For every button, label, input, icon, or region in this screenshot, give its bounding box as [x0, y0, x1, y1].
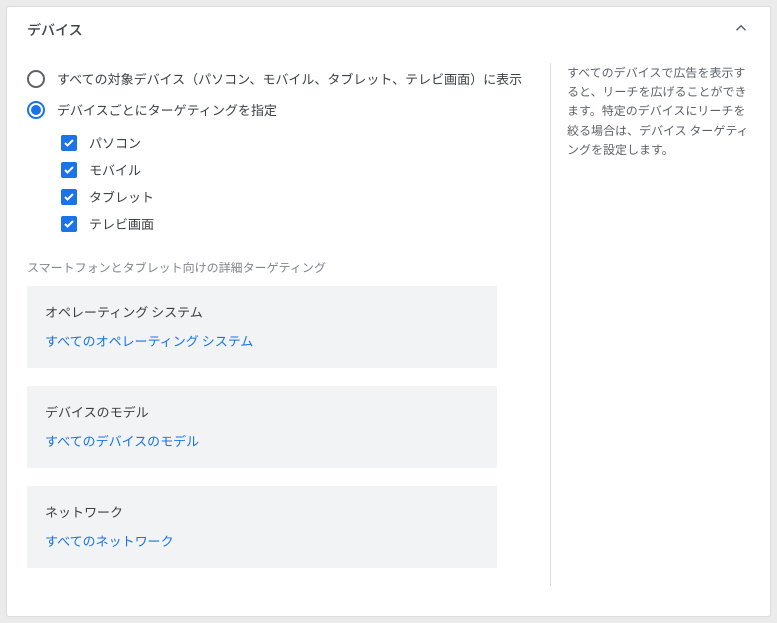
- checkbox-desktop[interactable]: パソコン: [61, 129, 540, 156]
- radio-label: デバイスごとにターゲティングを指定: [57, 100, 277, 119]
- options-column: すべての対象デバイス（パソコン、モバイル、タブレット、テレビ画面）に表示 デバイ…: [27, 63, 540, 586]
- expander-operating-system[interactable]: オペレーティング システム すべてのオペレーティング システム: [27, 286, 497, 368]
- checkbox-label: タブレット: [89, 187, 154, 206]
- panel-header[interactable]: デバイス: [7, 7, 770, 53]
- help-column: すべてのデバイスで広告を表示すると、リーチを広げることができます。特定のデバイス…: [550, 63, 750, 586]
- advanced-targeting-note: スマートフォンとタブレット向けの詳細ターゲティング: [27, 237, 540, 286]
- device-targeting-panel: デバイス すべての対象デバイス（パソコン、モバイル、タブレット、テレビ画面）に表…: [6, 6, 771, 617]
- checkbox-checked-icon: [61, 162, 77, 178]
- expander-network[interactable]: ネットワーク すべてのネットワーク: [27, 486, 497, 568]
- radio-specific-devices[interactable]: デバイスごとにターゲティングを指定: [27, 94, 540, 125]
- expander-value: すべてのネットワーク: [45, 531, 479, 550]
- device-checkbox-list: パソコン モバイル タブレット: [27, 129, 540, 237]
- expander-device-model[interactable]: デバイスのモデル すべてのデバイスのモデル: [27, 386, 497, 468]
- checkbox-mobile[interactable]: モバイル: [61, 156, 540, 183]
- radio-icon: [27, 70, 45, 88]
- checkbox-label: モバイル: [89, 160, 141, 179]
- checkbox-label: テレビ画面: [89, 214, 154, 233]
- checkbox-label: パソコン: [89, 133, 141, 152]
- radio-all-devices[interactable]: すべての対象デバイス（パソコン、モバイル、タブレット、テレビ画面）に表示: [27, 63, 540, 94]
- chevron-up-icon: [732, 19, 750, 41]
- expander-title: オペレーティング システム: [45, 302, 479, 321]
- checkbox-tv[interactable]: テレビ画面: [61, 210, 540, 237]
- expander-value: すべてのデバイスのモデル: [45, 431, 479, 450]
- radio-icon: [27, 101, 45, 119]
- radio-label: すべての対象デバイス（パソコン、モバイル、タブレット、テレビ画面）に表示: [57, 69, 522, 88]
- panel-title: デバイス: [27, 20, 83, 40]
- expander-title: デバイスのモデル: [45, 402, 479, 421]
- expander-value: すべてのオペレーティング システム: [45, 331, 479, 350]
- checkbox-checked-icon: [61, 135, 77, 151]
- help-text: すべてのデバイスで広告を表示すると、リーチを広げることができます。特定のデバイス…: [567, 63, 750, 159]
- checkbox-tablet[interactable]: タブレット: [61, 183, 540, 210]
- expander-title: ネットワーク: [45, 502, 479, 521]
- checkbox-checked-icon: [61, 189, 77, 205]
- checkbox-checked-icon: [61, 216, 77, 232]
